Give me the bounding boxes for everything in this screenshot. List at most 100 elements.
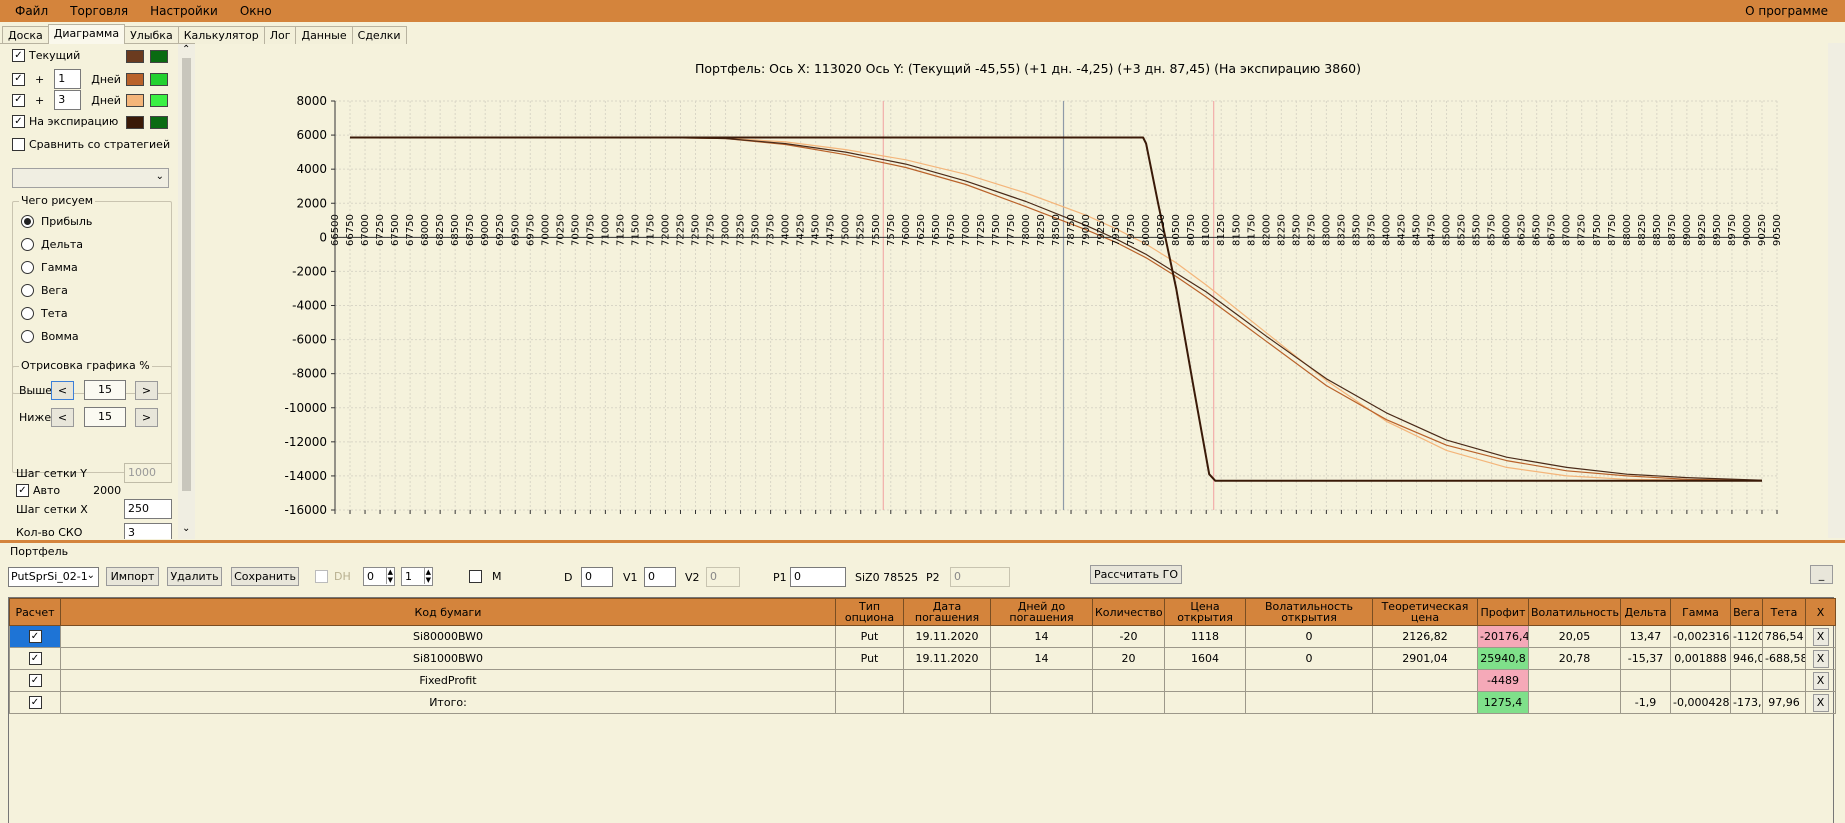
panel-splitter[interactable] <box>0 540 1845 543</box>
x-tick-label: 89250 <box>1697 214 1708 246</box>
row-calc-checkbox[interactable]: ✓ <box>28 674 42 688</box>
col-header-theta[interactable]: Тета <box>1762 598 1806 626</box>
gamma-cell: 0,001888 <box>1670 647 1731 670</box>
col-header-gamma[interactable]: Гамма <box>1670 598 1731 626</box>
spin2-input[interactable]: 1 ▲ ▼ <box>401 567 433 586</box>
x-tick-label: 76250 <box>916 214 927 246</box>
x-tick-label: 79750 <box>1126 214 1137 246</box>
delete-button[interactable]: Удалить <box>167 567 222 586</box>
col-header-theo[interactable]: Теоретическая цена <box>1372 598 1478 626</box>
calculate-go-button[interactable]: Рассчитать ГО <box>1090 565 1182 584</box>
col-header-vega[interactable]: Вега <box>1730 598 1763 626</box>
vol-open-cell[interactable]: 0 <box>1245 647 1373 670</box>
x-tick-label: 67750 <box>405 214 416 246</box>
x-tick-label: 83250 <box>1336 214 1347 246</box>
p2-input[interactable]: 0 <box>950 567 1010 587</box>
open-cell[interactable] <box>1164 669 1246 692</box>
date-cell: 19.11.2020 <box>903 625 991 648</box>
open-cell[interactable]: 1604 <box>1164 647 1246 670</box>
row-calc-checkbox[interactable]: ✓ <box>28 652 42 666</box>
row-calc-checkbox[interactable]: ✓ <box>28 696 42 710</box>
v2-label: V2 <box>685 571 700 584</box>
theo-cell <box>1372 691 1478 714</box>
vol-open-cell[interactable]: 0 <box>1245 625 1373 648</box>
table-row-total[interactable]: ✓ Итого: 1275,4 -1,9 -0,000428 -173,94 9… <box>9 691 1836 714</box>
type-cell: Put <box>835 625 904 648</box>
row-calc-checkbox[interactable]: ✓ <box>28 630 42 644</box>
remove-row-button[interactable]: X <box>1812 649 1829 668</box>
x-tick-label: 75250 <box>856 214 867 246</box>
col-header-type[interactable]: Тип опциона <box>835 598 904 626</box>
qty-cell[interactable] <box>1092 669 1165 692</box>
col-header-days[interactable]: Дней до погашения <box>990 598 1093 626</box>
portfolio-select[interactable]: PutSprSi_02-1 ⌄ <box>8 567 99 587</box>
col-header-qty[interactable]: Количество <box>1092 598 1165 626</box>
portfolio-select-value: PutSprSi_02-1 <box>11 570 88 583</box>
spin1-input[interactable]: 0 ▲ ▼ <box>363 567 395 586</box>
x-tick-label: 81750 <box>1246 214 1257 246</box>
x-tick-label: 88000 <box>1622 214 1633 246</box>
spin-arrows-icon[interactable]: ▲ ▼ <box>385 568 393 584</box>
row-calc-cell[interactable]: ✓ <box>9 625 61 648</box>
x-tick-label: 71500 <box>630 214 641 246</box>
x-tick-label: 74750 <box>826 214 837 246</box>
vol-open-cell[interactable] <box>1245 669 1373 692</box>
table-row[interactable]: ✓ Si80000BW0 Put 19.11.2020 14 -20 1118 … <box>9 625 1836 648</box>
table-row[interactable]: ✓ FixedProfit -4489 X <box>9 669 1836 692</box>
y-tick-label: -14000 <box>284 469 327 483</box>
dh-checkbox[interactable] <box>315 570 328 583</box>
row-calc-cell[interactable]: ✓ <box>9 647 61 670</box>
col-header-open[interactable]: Цена открытия <box>1164 598 1246 626</box>
remove-row-button[interactable]: X <box>1812 627 1829 646</box>
remove-row-button[interactable]: X <box>1812 693 1829 712</box>
x-tick-label: 74500 <box>811 214 822 246</box>
x-tick-label: 71750 <box>645 214 656 246</box>
x-tick-label: 78250 <box>1036 214 1047 246</box>
x-tick-label: 72000 <box>660 214 671 246</box>
col-header-code[interactable]: Код бумаги <box>60 598 836 626</box>
x-tick-label: 68000 <box>420 214 431 246</box>
save-button[interactable]: Сохранить <box>231 567 299 586</box>
row-calc-cell[interactable]: ✓ <box>9 691 61 714</box>
theo-cell: 2126,82 <box>1372 625 1478 648</box>
x-tick-label: 83750 <box>1366 214 1377 246</box>
p1-input[interactable]: 0 <box>790 567 846 587</box>
open-cell[interactable]: 1118 <box>1164 625 1246 648</box>
remove-cell: X <box>1805 669 1836 692</box>
col-header-calc[interactable]: Расчет <box>9 598 61 626</box>
payoff-chart[interactable]: 6650066750670006725067500677506800068250… <box>0 0 1845 540</box>
row-calc-cell[interactable]: ✓ <box>9 669 61 692</box>
x-tick-label: 89000 <box>1682 214 1693 246</box>
minimize-button[interactable]: _ <box>1810 565 1833 584</box>
d-input[interactable]: 0 <box>581 567 613 587</box>
col-header-vol[interactable]: Волатильность <box>1528 598 1621 626</box>
x-tick-label: 84250 <box>1396 214 1407 246</box>
x-tick-label: 74000 <box>781 214 792 246</box>
chart-scrollbar[interactable] <box>1828 43 1845 538</box>
m-checkbox[interactable] <box>469 570 482 583</box>
theta-cell: 97,96 <box>1762 691 1806 714</box>
delta-cell: -15,37 <box>1620 647 1671 670</box>
col-header-profit[interactable]: Профит <box>1477 598 1529 626</box>
p1-label: P1 <box>773 571 787 584</box>
col-header-vol-open[interactable]: Волатильность открытия <box>1245 598 1373 626</box>
table-row[interactable]: ✓ Si81000BW0 Put 19.11.2020 14 20 1604 0… <box>9 647 1836 670</box>
remove-row-button[interactable]: X <box>1812 671 1829 690</box>
v1-input[interactable]: 0 <box>644 567 676 587</box>
x-tick-label: 77500 <box>991 214 1002 246</box>
v2-input[interactable]: 0 <box>706 567 740 587</box>
qty-cell[interactable]: -20 <box>1092 625 1165 648</box>
x-tick-label: 79500 <box>1111 214 1122 246</box>
col-header-delta[interactable]: Дельта <box>1620 598 1671 626</box>
x-tick-label: 86500 <box>1532 214 1543 246</box>
col-header-x[interactable]: X <box>1805 598 1836 626</box>
qty-cell[interactable]: 20 <box>1092 647 1165 670</box>
x-tick-label: 80500 <box>1171 214 1182 246</box>
profit-cell: 25940,8 <box>1477 647 1529 670</box>
import-button[interactable]: Импорт <box>106 567 159 586</box>
x-tick-label: 68750 <box>465 214 476 246</box>
col-header-date[interactable]: Дата погашения <box>903 598 991 626</box>
tab-diagram[interactable]: Диаграмма <box>47 24 126 44</box>
x-tick-label: 73000 <box>721 214 732 246</box>
spin-arrows-icon[interactable]: ▲ ▼ <box>423 568 431 584</box>
